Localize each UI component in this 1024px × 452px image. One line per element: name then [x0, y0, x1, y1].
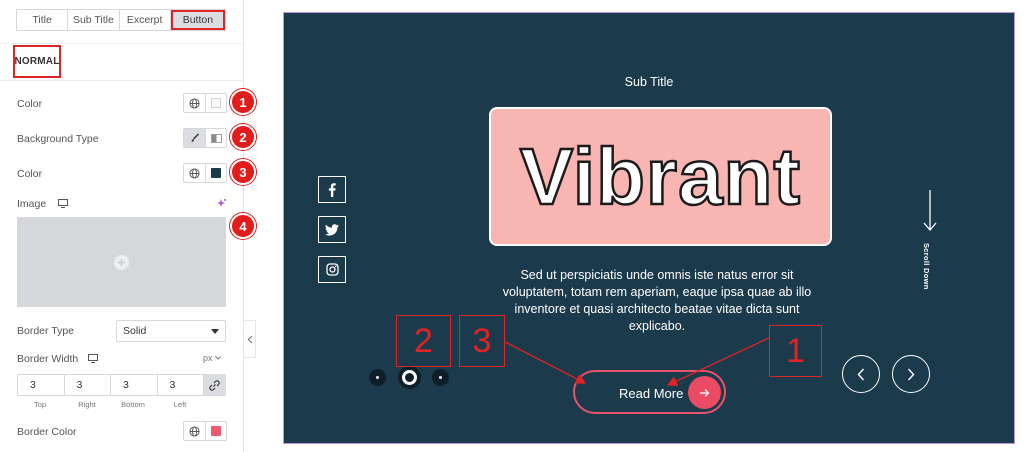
step-badge: 3 — [230, 159, 256, 185]
image-upload-area[interactable] — [17, 217, 226, 307]
chevron-left-icon — [857, 368, 865, 380]
image-label: Image — [17, 198, 47, 210]
swatch-dark — [211, 168, 221, 178]
plus-icon — [114, 254, 129, 270]
desktop-icon[interactable] — [58, 199, 68, 208]
callout-box: 2 — [396, 315, 451, 367]
text-color-control — [183, 93, 227, 113]
background-type-control — [183, 128, 227, 148]
tab-title[interactable]: Title — [17, 10, 69, 30]
slide-subtitle: Sub Title — [624, 75, 674, 89]
tab-excerpt[interactable]: Excerpt — [119, 10, 171, 30]
read-more-button[interactable]: Read More — [573, 370, 726, 414]
border-right-label: Right — [78, 400, 96, 409]
bg-color-swatch[interactable] — [205, 164, 226, 182]
content-tabs: Title Sub Title Excerpt Button — [16, 9, 226, 31]
border-color-swatch[interactable] — [205, 422, 226, 440]
collapse-panel-button[interactable] — [244, 320, 256, 358]
link-values-button[interactable] — [204, 375, 225, 395]
global-color-button[interactable] — [184, 94, 205, 112]
border-top-input[interactable]: 3 — [18, 375, 65, 395]
gradient-icon — [210, 133, 222, 143]
pagination-dot[interactable] — [432, 369, 449, 386]
border-left-input[interactable]: 3 — [158, 375, 204, 395]
border-type-value: Solid — [123, 325, 147, 337]
border-bottom-label: Bottom — [121, 400, 145, 409]
arrow-right-icon — [688, 376, 721, 409]
divider — [0, 80, 244, 81]
border-color-label: Border Color — [17, 426, 77, 438]
border-left-label: Left — [173, 400, 187, 409]
tab-sub-title[interactable]: Sub Title — [68, 10, 120, 30]
globe-icon — [189, 425, 200, 437]
border-type-select[interactable]: Solid — [116, 320, 226, 342]
step-badge: 4 — [230, 213, 256, 239]
brush-icon — [191, 133, 199, 142]
tab-button[interactable]: Button — [170, 10, 225, 30]
slide-title-box: Vibrant — [489, 107, 832, 246]
divider — [0, 43, 244, 44]
twitter-icon — [325, 223, 339, 236]
prev-slide-button[interactable] — [842, 355, 880, 393]
bg-color-control — [183, 163, 227, 183]
border-bottom-input[interactable]: 3 — [111, 375, 158, 395]
chevron-right-icon — [907, 368, 915, 380]
color-label: Color — [17, 98, 43, 110]
globe-icon — [189, 97, 200, 109]
global-color-button[interactable] — [184, 164, 205, 182]
text-color-swatch[interactable] — [205, 94, 226, 112]
global-color-button[interactable] — [184, 422, 205, 440]
slider-preview: Sub Title Vibrant Sed ut perspiciatis un… — [283, 12, 1015, 444]
desktop-icon[interactable] — [88, 354, 98, 363]
instagram-link[interactable] — [318, 256, 346, 283]
instagram-icon — [325, 263, 339, 276]
step-badge: 2 — [230, 124, 256, 150]
pagination-dot[interactable] — [369, 369, 386, 386]
style-panel: Title Sub Title Excerpt Button NORMAL Co… — [0, 0, 256, 452]
gradient-background-button[interactable] — [205, 129, 226, 147]
callout-box: 1 — [769, 325, 822, 377]
facebook-link[interactable] — [318, 176, 346, 203]
slide-title: Vibrant — [519, 131, 802, 221]
callout-box: 3 — [459, 315, 505, 367]
unit-value: px — [203, 353, 213, 363]
step-badge: 1 — [230, 89, 256, 115]
read-more-label: Read More — [619, 386, 684, 401]
globe-icon — [189, 167, 200, 179]
caret-down-icon — [211, 328, 219, 334]
pagination-dot-active[interactable] — [398, 366, 421, 389]
border-type-label: Border Type — [17, 325, 75, 337]
facebook-icon — [328, 182, 336, 197]
link-icon — [209, 379, 220, 391]
border-top-label: Top — [33, 400, 47, 409]
background-type-label: Background Type — [17, 133, 99, 145]
bg-color-label: Color — [17, 168, 43, 180]
ai-sparkle-icon[interactable] — [216, 198, 227, 209]
border-width-label: Border Width — [17, 353, 79, 365]
border-width-inputs: 3 3 3 3 — [17, 374, 226, 396]
next-slide-button[interactable] — [892, 355, 930, 393]
scroll-down-label[interactable]: Scroll Down — [922, 243, 931, 290]
chevron-down-icon — [214, 356, 221, 360]
chevron-left-icon — [247, 335, 252, 343]
swatch-white — [211, 98, 221, 108]
twitter-link[interactable] — [318, 216, 346, 243]
unit-selector[interactable]: px — [203, 353, 221, 363]
border-color-control — [183, 421, 227, 441]
classic-background-button[interactable] — [184, 129, 205, 147]
state-normal-tab[interactable]: NORMAL — [13, 45, 61, 78]
swatch-pink — [211, 426, 221, 436]
border-right-input[interactable]: 3 — [65, 375, 111, 395]
